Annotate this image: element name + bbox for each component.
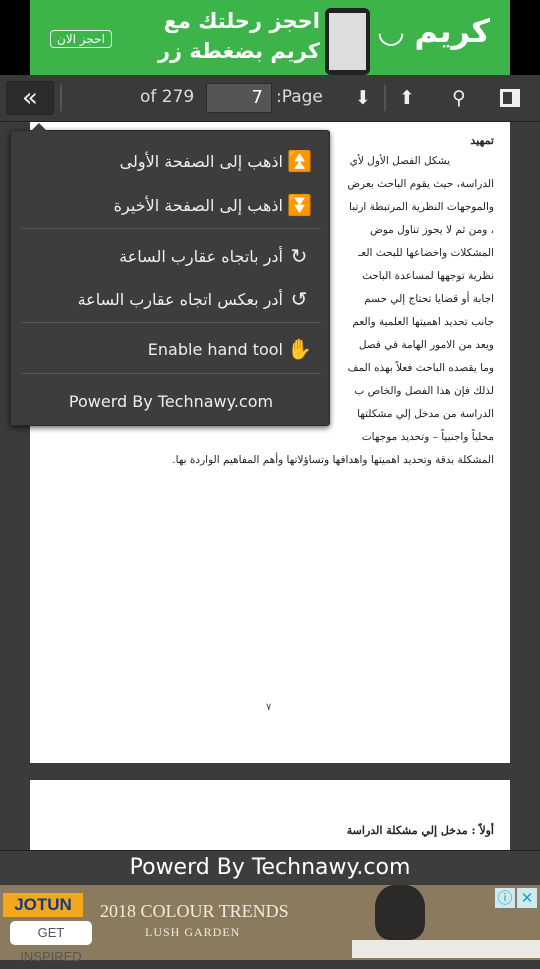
search-icon: ⚲ <box>452 87 466 109</box>
panel-toggle-button[interactable] <box>494 81 526 115</box>
text-line: محلياً واجنبياً – وتحديد موجهات <box>361 431 494 443</box>
footer-powered-by[interactable]: Powerd By Technawy.com <box>0 850 540 885</box>
vase-image <box>375 885 425 940</box>
divider <box>21 322 321 323</box>
last-page-icon: ⏬ <box>287 193 312 217</box>
menu-item-label: أدر باتجاه عقارب الساعة <box>119 246 283 266</box>
menu-item-label: أدر بعكس اتجاه عقارب الساعة <box>77 289 283 309</box>
text-line: جانب تحديد اهميتها العلمية والعم <box>352 316 494 328</box>
menu-item-powered-by[interactable]: Powerd By Technawy.com <box>11 379 331 423</box>
divider <box>384 85 386 111</box>
get-inspired-button[interactable]: GET INSPIRED <box>10 921 92 964</box>
close-icon[interactable]: ✕ <box>517 888 537 908</box>
divider <box>21 228 321 229</box>
text-line: اجابة أو قضايا تحتاج إلي حسم <box>364 293 494 305</box>
menu-item-first-page[interactable]: اذهب إلى الصفحة الأولى ⏫ <box>11 139 331 183</box>
text-line: ، ومن ثم لا يجوز تناول موض <box>370 224 494 236</box>
search-button[interactable]: ⚲ <box>444 81 474 115</box>
menu-item-label: اذهب إلى الصفحة الأولى <box>119 151 283 171</box>
page-number: ٧ <box>266 702 272 713</box>
divider <box>21 373 321 374</box>
sidebar-toggle-button[interactable]: « <box>6 81 54 115</box>
arrow-up-icon: ⬆ <box>399 87 415 109</box>
ad-subline: LUSH GARDEN <box>145 925 241 939</box>
text-line: والموجهات النظرية المرتبطة ارتبا <box>349 201 494 213</box>
hand-icon: ✋ <box>287 337 312 361</box>
page-label: :Page <box>276 87 323 107</box>
careem-logo: كريم ◡ <box>378 12 490 50</box>
divider <box>60 85 62 111</box>
phone-image <box>325 8 370 75</box>
next-page-button[interactable]: ⬇ <box>348 81 378 115</box>
text-line: ويعد من الامور الهامة في فصل <box>358 339 494 351</box>
pdf-toolbar: « of 279 7 :Page ⬇ ⬆ ⚲ <box>0 75 540 122</box>
info-icon[interactable]: ⓘ <box>495 888 515 908</box>
text-line: يشكل الفصل الأول لأي <box>349 155 450 167</box>
rotate-counterclockwise-icon: ↺ <box>290 287 308 311</box>
menu-item-label: Enable hand tool <box>147 339 283 359</box>
menu-item-label: اذهب إلى الصفحة الأخيرة <box>113 195 283 215</box>
page-total: of 279 <box>140 87 195 107</box>
sidebar-panel-icon <box>500 89 520 107</box>
double-chevron-left-icon: « <box>22 83 38 113</box>
text-line: نظرية توجهها لمساعدة الباحث <box>361 270 494 282</box>
text-line: الدراسة من مدخل إلي مشكلتها <box>357 408 494 420</box>
page-number-input[interactable]: 7 <box>206 83 272 113</box>
jotun-ad[interactable]: JOTUN GET INSPIRED 2018 COLOUR TRENDS LU… <box>0 885 540 964</box>
text-line: وما يقصده الباحث فعلاً بهذه المف <box>347 362 494 374</box>
ad-headline: احجز رحلتك مع كريم بضغطة زر <box>157 9 320 63</box>
book-now-button[interactable]: احجز الان <box>50 30 112 48</box>
jotun-logo: JOTUN <box>3 893 83 917</box>
arrow-down-icon: ⬇ <box>355 87 371 109</box>
menu-item-last-page[interactable]: اذهب إلى الصفحة الأخيرة ⏬ <box>11 183 331 227</box>
text-line: المشكلات واخضاعها للبحث العـ <box>358 247 494 259</box>
previous-page-button[interactable]: ⬆ <box>392 81 422 115</box>
menu-item-rotate-counterclockwise[interactable]: أدر بعكس اتجاه عقارب الساعة ↺ <box>11 277 331 321</box>
shelf-image <box>352 940 540 958</box>
top-ad-banner[interactable]: كريم ◡ احجز رحلتك مع كريم بضغطة زر احجز … <box>0 0 540 75</box>
text-line: لذلك فإن هذا الفصل والخاص ب <box>354 385 494 397</box>
careem-ad[interactable]: كريم ◡ احجز رحلتك مع كريم بضغطة زر احجز … <box>30 0 510 75</box>
first-page-icon: ⏫ <box>287 149 312 173</box>
ad-headline: 2018 COLOUR TRENDS <box>100 901 289 921</box>
menu-item-hand-tool[interactable]: Enable hand tool ✋ <box>11 327 331 371</box>
text-line: المشكلة بدقة وتحديد اهميتها واهدافها وتس… <box>172 454 494 466</box>
section-heading: تمهيد <box>470 134 494 147</box>
rotate-clockwise-icon: ↻ <box>290 244 308 268</box>
menu-item-label: Powerd By Technawy.com <box>68 391 274 411</box>
tools-menu: اذهب إلى الصفحة الأولى ⏫ اذهب إلى الصفحة … <box>10 123 331 426</box>
pdf-page: أولاً : مدخل إلي مشكلة الدراسة <box>30 780 510 850</box>
section-heading: أولاً : مدخل إلي مشكلة الدراسة <box>346 824 494 837</box>
text-line: الدراسة، حيث يقوم الباحث بعرض <box>347 178 494 190</box>
menu-item-rotate-clockwise[interactable]: أدر باتجاه عقارب الساعة ↻ <box>11 234 331 278</box>
